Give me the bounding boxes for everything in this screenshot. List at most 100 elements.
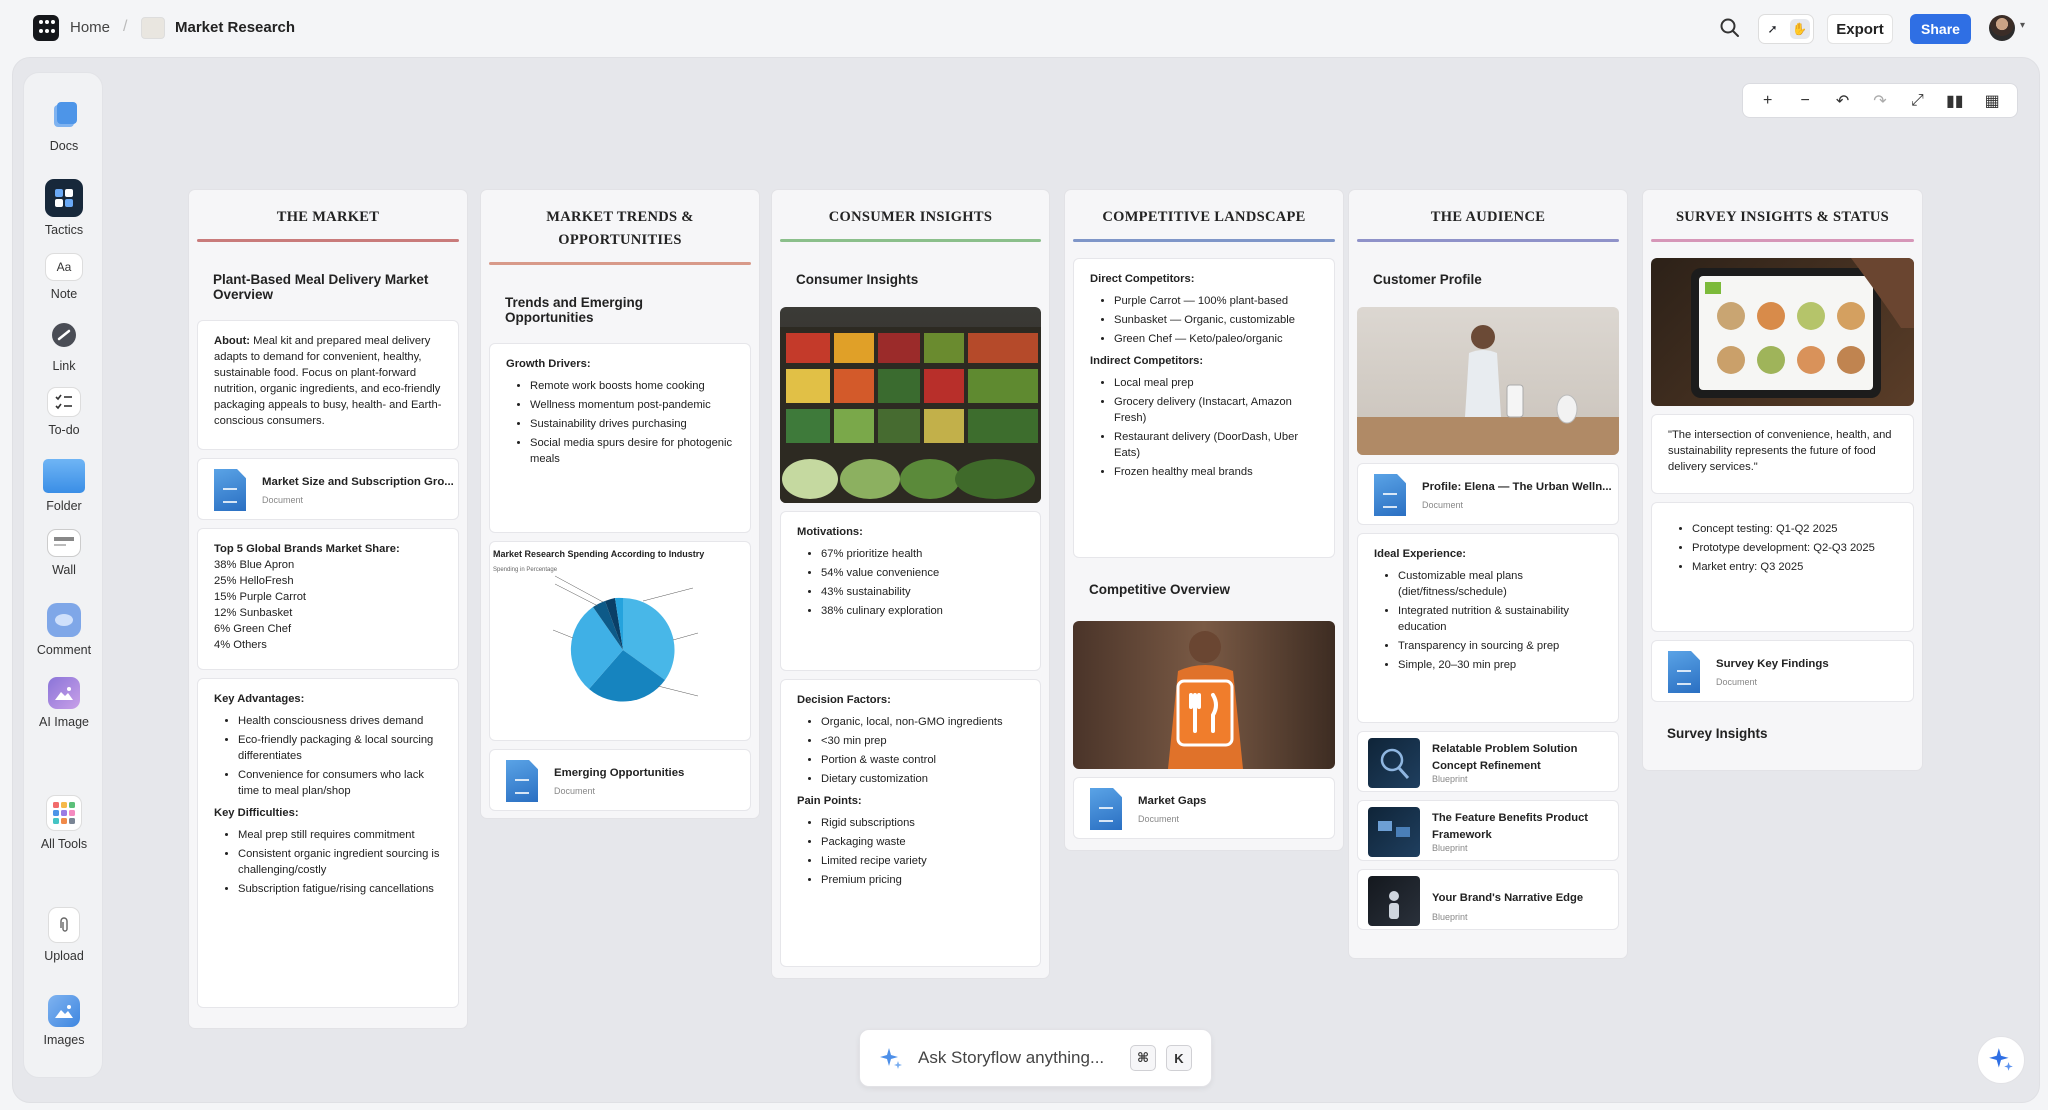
share-button[interactable]: Share — [1910, 14, 1971, 44]
column-competitive-landscape[interactable]: COMPETITIVE LANDSCAPE Direct Competitors… — [1064, 189, 1344, 851]
column-title: MARKET TRENDS & OPPORTUNITIES — [489, 190, 751, 252]
tool-images[interactable]: Images — [24, 995, 104, 1047]
column-divider — [1651, 239, 1914, 242]
column-divider — [197, 239, 459, 242]
industry-spending-chart-card[interactable]: Market Research Spending According to In… — [489, 541, 751, 741]
direct-competitors-label: Direct Competitors: — [1090, 273, 1195, 285]
blueprint-card-problem-solution[interactable]: Relatable Problem Solution Concept Refin… — [1357, 731, 1619, 792]
export-button[interactable]: Export — [1827, 14, 1893, 44]
motivations-card[interactable]: Motivations: 67% prioritize health 54% v… — [780, 511, 1041, 671]
layout-grid-icon[interactable]: ▦ — [1979, 89, 2005, 113]
list-item: Prototype development: Q2-Q3 2025 — [1692, 540, 1897, 556]
link-icon — [46, 317, 82, 353]
list-item: Simple, 20–30 min prep — [1398, 657, 1602, 673]
document-title: Market Size and Subscription Gro... — [262, 476, 454, 488]
column-title: SURVEY INSIGHTS & STATUS — [1675, 209, 1890, 225]
column-consumer-insights[interactable]: CONSUMER INSIGHTS Consumer Insights Moti… — [771, 189, 1050, 979]
column-the-market[interactable]: THE MARKET Plant-Based Meal Delivery Mar… — [188, 189, 468, 1029]
ai-image-icon — [48, 677, 80, 709]
column-market-trends[interactable]: MARKET TRENDS & OPPORTUNITIES Trends and … — [480, 189, 760, 819]
ask-storyflow-bar[interactable]: Ask Storyflow anything... ⌘ K — [859, 1029, 1212, 1087]
competitors-card[interactable]: Direct Competitors: Purple Carrot — 100%… — [1073, 258, 1335, 558]
zoom-out-icon[interactable]: − — [1792, 89, 1818, 113]
list-item: Customizable meal plans (diet/fitness/sc… — [1398, 568, 1602, 600]
breadcrumb-home[interactable]: Home — [70, 19, 110, 36]
chevron-down-icon[interactable]: ▾ — [2020, 20, 2025, 31]
blueprint-thumbnail — [1368, 807, 1420, 857]
document-icon — [1090, 788, 1122, 830]
hand-icon[interactable]: ✋ — [1789, 19, 1810, 39]
redo-icon[interactable]: ↷ — [1867, 89, 1893, 113]
list-item: Packaging waste — [821, 834, 1024, 850]
document-card-emerging-opportunities[interactable]: Emerging Opportunities Document — [489, 749, 751, 811]
list-item: Organic, local, non-GMO ingredients — [821, 714, 1024, 730]
list-item: Dietary customization — [821, 771, 1024, 787]
wall-icon — [47, 529, 81, 557]
ask-input[interactable]: Ask Storyflow anything... — [918, 1048, 1104, 1068]
breadcrumb-separator: / — [123, 18, 128, 35]
tool-link[interactable]: Link — [24, 317, 104, 373]
blueprint-title: Your Brand's Narrative Edge — [1432, 892, 1584, 904]
quote-card[interactable]: "The intersection of convenience, health… — [1651, 414, 1914, 494]
document-card-market-gaps[interactable]: Market Gaps Document — [1073, 777, 1335, 839]
list-item: Integrated nutrition & sustainability ed… — [1398, 603, 1602, 635]
document-card-survey-findings[interactable]: Survey Key Findings Document — [1651, 640, 1914, 702]
column-divider — [1357, 239, 1619, 242]
market-share-card[interactable]: Top 5 Global Brands Market Share: 38% Bl… — [197, 528, 459, 670]
tool-upload[interactable]: Upload — [24, 907, 104, 963]
zoom-in-icon[interactable]: + — [1755, 89, 1781, 113]
market-share-line: 6% Green Chef — [214, 623, 292, 635]
tool-tactics[interactable]: Tactics — [24, 179, 104, 237]
advantages-card[interactable]: Key Advantages: Health consciousness dri… — [197, 678, 459, 1008]
layout-columns-icon[interactable]: ▮▮ — [1942, 89, 1968, 113]
pie-chart — [552, 575, 699, 702]
fit-screen-icon[interactable]: ⤢ — [1904, 89, 1930, 113]
list-item: 54% value convenience — [821, 565, 1024, 581]
page-title[interactable]: Market Research — [175, 19, 295, 36]
list-item: Social media spurs desire for photogenic… — [530, 435, 734, 467]
blueprint-card-feature-benefits[interactable]: The Feature Benefits Product Framework B… — [1357, 800, 1619, 861]
tool-all-tools[interactable]: All Tools — [24, 795, 104, 851]
ideal-experience-card[interactable]: Ideal Experience: Customizable meal plan… — [1357, 533, 1619, 723]
section-heading: Plant-Based Meal Delivery Market Overvie… — [213, 272, 429, 302]
tool-comment[interactable]: Comment — [24, 603, 104, 657]
ai-assistant-button[interactable] — [1977, 1036, 2025, 1084]
document-type: Document — [1422, 500, 1464, 510]
tool-folder-label: Folder — [46, 499, 82, 513]
tool-wall[interactable]: Wall — [24, 529, 104, 577]
column-survey-insights[interactable]: SURVEY INSIGHTS & STATUS "The intersecti… — [1642, 189, 1923, 771]
cursor-icon[interactable]: ➚ — [1763, 19, 1783, 39]
status-timeline-card[interactable]: Concept testing: Q1-Q2 2025 Prototype de… — [1651, 502, 1914, 632]
growth-drivers-card[interactable]: Growth Drivers: Remote work boosts home … — [489, 343, 751, 533]
document-card-elena-profile[interactable]: Profile: Elena — The Urban Welln... Docu… — [1357, 463, 1619, 525]
about-card[interactable]: About: Meal kit and prepared meal delive… — [197, 320, 459, 450]
note-icon: Aa — [45, 253, 83, 281]
tool-folder[interactable]: Folder — [24, 459, 104, 513]
tool-note[interactable]: Aa Note — [24, 253, 104, 301]
tool-docs[interactable]: Docs — [24, 97, 104, 153]
delivery-courier-image[interactable] — [1073, 621, 1335, 769]
blueprint-title: Relatable Problem Solution Concept Refin… — [1432, 743, 1578, 772]
app-logo-icon[interactable] — [33, 15, 59, 41]
tablet-meal-app-image[interactable] — [1651, 258, 1914, 406]
decision-factors-card[interactable]: Decision Factors: Organic, local, non-GM… — [780, 679, 1041, 967]
document-icon — [214, 469, 246, 511]
tool-wall-label: Wall — [52, 563, 76, 577]
document-icon — [506, 760, 538, 802]
tool-todo-label: To-do — [48, 423, 80, 437]
grocery-produce-image[interactable] — [780, 307, 1041, 503]
document-card-market-size[interactable]: Market Size and Subscription Gro... Docu… — [197, 458, 459, 520]
tool-ai-image[interactable]: AI Image — [24, 677, 104, 729]
column-the-audience[interactable]: THE AUDIENCE Customer Profile Profile: E… — [1348, 189, 1628, 959]
top-bar: Home / Market Research ➚ ✋ Export Share … — [0, 0, 2048, 56]
tool-todo[interactable]: To-do — [24, 387, 104, 437]
search-icon[interactable] — [1718, 16, 1742, 40]
avatar[interactable] — [1989, 15, 2015, 41]
section-heading: Trends and Emerging Opportunities — [505, 295, 644, 325]
motivations-label: Motivations: — [797, 526, 863, 538]
tool-ai-image-label: AI Image — [38, 715, 90, 729]
customer-kitchen-image[interactable] — [1357, 307, 1619, 455]
blueprint-card-narrative-edge[interactable]: Your Brand's Narrative Edge Blueprint — [1357, 869, 1619, 930]
column-divider — [489, 262, 751, 265]
undo-icon[interactable]: ↶ — [1830, 89, 1856, 113]
